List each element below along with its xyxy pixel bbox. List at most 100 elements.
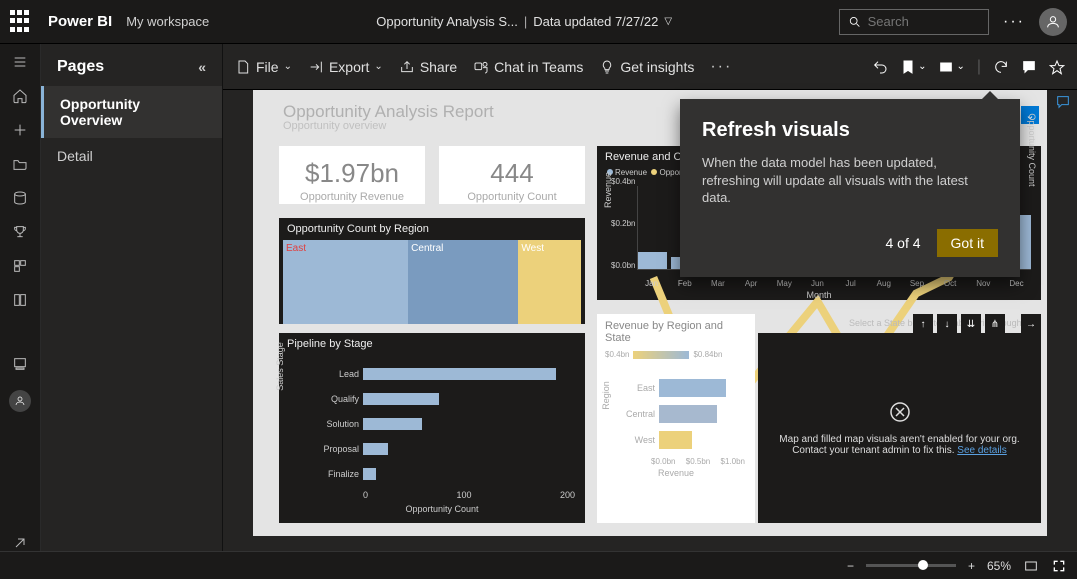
region-xlabel: Revenue [597,468,755,478]
region-bar-visual[interactable]: Revenue by Region and State $0.4bn$0.84b… [597,314,755,523]
treemap-title: Opportunity Count by Region [279,218,585,240]
refresh-icon[interactable] [993,59,1009,75]
region-gradient-legend: $0.4bn$0.84bn [597,350,755,359]
pipeline-yaxis: Sales Stage [275,342,285,391]
zoom-slider[interactable] [866,564,956,567]
app-launcher-icon[interactable] [10,10,34,34]
fullscreen-icon[interactable] [1051,558,1067,574]
export-icon [308,59,324,75]
pipeline-bar[interactable]: Qualify [309,390,575,407]
workspaces-icon[interactable] [12,356,28,372]
region-yaxis: Region [601,381,611,410]
region-bar[interactable]: West [605,431,747,449]
export-menu[interactable]: Export⌄ [308,59,383,75]
undo-icon[interactable] [872,59,888,75]
pipeline-xaxis: Opportunity Count [309,504,575,514]
page-item-overview[interactable]: Opportunity Overview [41,86,222,138]
drill-down-icon[interactable]: ↓ [937,314,957,334]
vertical-divider: | [524,14,527,29]
pipeline-bar[interactable]: Proposal [309,440,575,457]
kpi-count-card[interactable]: 444 Opportunity Count [439,146,585,204]
collapse-panel-icon[interactable]: « [198,59,206,75]
more-icon[interactable]: ··· [1003,13,1025,31]
data-updated-label[interactable]: Data updated 7/27/22 [533,14,658,29]
region-xticks: $0.0bn$0.5bn$1.0bn [651,457,745,466]
report-subtitle: Opportunity overview [283,120,386,132]
book-icon[interactable] [12,292,28,308]
error-circle-icon [888,400,912,424]
treemap-east[interactable]: East [283,240,408,324]
person-icon [1045,14,1061,30]
share-icon [399,59,415,75]
search-input[interactable] [868,14,980,29]
brand-label: Power BI [48,13,112,30]
kpi-revenue-value: $1.97bn [279,158,425,189]
treemap-visual[interactable]: Opportunity Count by Region East Central… [279,218,585,324]
trophy-icon[interactable] [12,224,28,240]
region-bar[interactable]: East [605,379,747,397]
callout-title: Refresh visuals [702,119,998,142]
pipeline-visual[interactable]: Pipeline by Stage Sales Stage LeadQualif… [279,333,585,523]
search-icon [848,14,862,30]
search-input-container[interactable] [839,9,989,35]
map-error-visual[interactable]: Map and filled map visuals aren't enable… [758,333,1041,523]
kpi-count-label: Opportunity Count [439,191,585,203]
report-name[interactable]: Opportunity Analysis S... [376,14,518,29]
menu-icon[interactable] [12,54,28,70]
home-icon[interactable] [12,88,28,104]
lightbulb-icon [599,59,615,75]
my-workspace-icon[interactable] [9,390,31,412]
zoom-in-button[interactable]: + [968,559,975,573]
pages-panel-title: Pages [57,58,104,76]
zoom-percent: 65% [987,559,1011,573]
share-button[interactable]: Share [399,59,457,75]
pipeline-title: Pipeline by Stage [279,333,585,355]
zoom-out-button[interactable]: − [847,559,854,573]
map-error-link[interactable]: See details [957,445,1006,456]
pipeline-bar[interactable]: Lead [309,365,575,382]
callout-body: When the data model has been updated, re… [702,154,998,207]
pipeline-bar[interactable]: Solution [309,415,575,432]
drill-hierarchy-icon[interactable]: ⋔ [985,314,1005,334]
pipeline-xticks: 0100200 [363,490,575,500]
region-bar[interactable]: Central [605,405,747,423]
column-chart-xlabel: Month [597,290,1041,300]
get-insights-button[interactable]: Get insights [599,59,694,75]
view-dropdown[interactable]: ⌄ [938,59,964,75]
treemap-west[interactable]: West [518,240,581,324]
kpi-revenue-card[interactable]: $1.97bn Opportunity Revenue [279,146,425,204]
column-chart-yaxis-right: Opportunity Count [1027,113,1037,186]
callout-step: 4 of 4 [886,235,921,251]
region-title: Revenue by Region and State [597,314,755,350]
person-icon [14,395,26,407]
workspace-label[interactable]: My workspace [126,14,209,29]
fit-page-icon[interactable] [1023,558,1039,574]
teams-icon [473,59,489,75]
expand-all-icon[interactable]: ⇊ [961,314,981,334]
comment-icon[interactable] [1021,59,1037,75]
user-avatar[interactable] [1039,8,1067,36]
plus-icon[interactable] [12,122,28,138]
kpi-revenue-label: Opportunity Revenue [279,191,425,203]
page-item-detail[interactable]: Detail [41,138,222,174]
toolbar-more-icon[interactable]: ··· [710,58,732,76]
treemap-central[interactable]: Central [408,240,518,324]
drill-up-icon[interactable]: ↑ [913,314,933,334]
canvas-comment-icon[interactable] [1055,94,1071,110]
view-icon [938,59,954,75]
chat-teams-button[interactable]: Chat in Teams [473,59,583,75]
kpi-count-value: 444 [439,158,585,189]
database-icon[interactable] [12,190,28,206]
folder-icon[interactable] [12,156,28,172]
pipeline-bar[interactable]: Finalize [309,465,575,482]
report-title: Opportunity Analysis Report [283,102,494,122]
file-menu[interactable]: File⌄ [235,59,292,75]
star-icon[interactable] [1049,59,1065,75]
chevron-down-icon[interactable]: ▽ [664,16,672,27]
bookmark-dropdown[interactable]: ⌄ [900,59,926,75]
callout-gotit-button[interactable]: Got it [937,229,998,257]
file-icon [235,59,251,75]
expand-arrow-icon[interactable] [12,535,28,551]
drill-through-icon[interactable]: → [1021,314,1041,334]
app-icon[interactable] [12,258,28,274]
